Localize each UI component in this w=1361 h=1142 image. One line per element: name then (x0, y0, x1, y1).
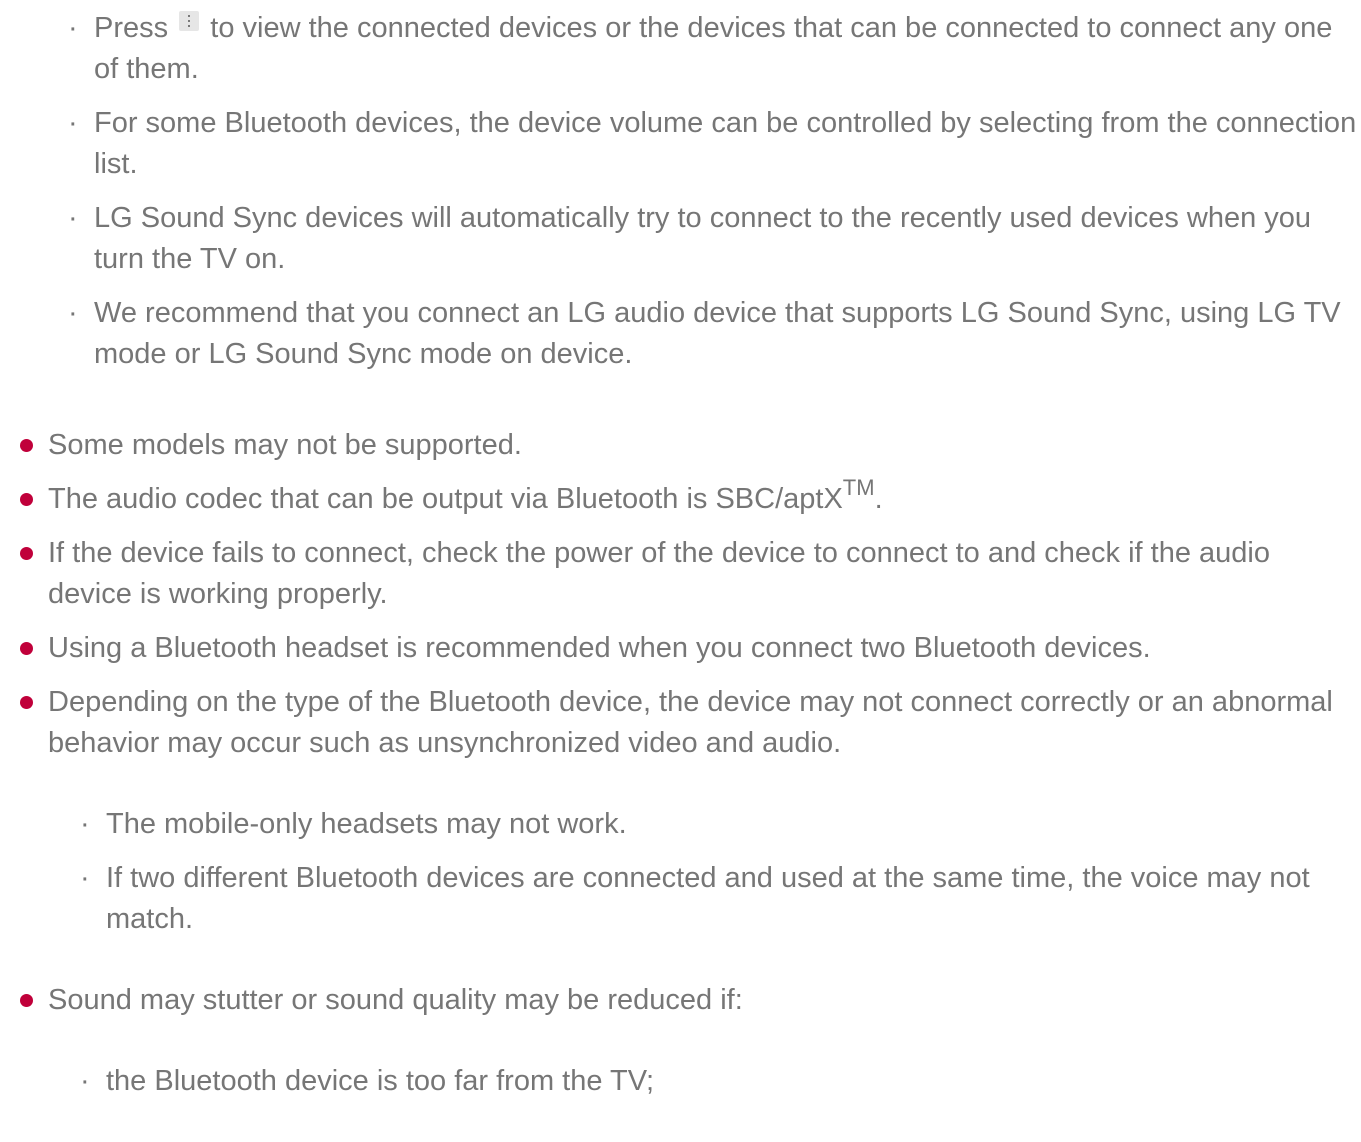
list-item: Depending on the type of the Bluetooth d… (18, 682, 1353, 940)
nested-sub-list: · The mobile-only headsets may not work.… (80, 804, 1353, 940)
list-item: Some models may not be supported. (18, 425, 1353, 466)
sub-bullet: · (68, 107, 78, 139)
list-item-suffix: . (874, 483, 883, 515)
bullet-dot (20, 696, 33, 709)
sub-bullet: · (80, 808, 90, 840)
bullet-dot (20, 439, 33, 452)
sub-item-text: For some Bluetooth devices, the device v… (94, 107, 1357, 180)
sub-list-item: · For some Bluetooth devices, the device… (68, 103, 1358, 185)
list-item: Sound may stutter or sound quality may b… (18, 980, 1353, 1102)
sub-item-text: to view the connected devices or the dev… (94, 12, 1333, 85)
sub-list-item: · The mobile-only headsets may not work. (80, 804, 1353, 845)
sub-list-item: · LG Sound Sync devices will automatical… (68, 198, 1358, 280)
list-item-text: Some models may not be supported. (48, 429, 522, 461)
list-item-text: If the device fails to connect, check th… (48, 537, 1270, 610)
top-sub-list: · Press to view the connected devices or… (68, 8, 1358, 388)
list-item: Using a Bluetooth headset is recommended… (18, 628, 1353, 669)
sub-list-item: · Press to view the connected devices or… (68, 8, 1358, 90)
sub-list-item: · If two different Bluetooth devices are… (80, 858, 1353, 940)
list-item-text: Using a Bluetooth headset is recommended… (48, 632, 1151, 664)
list-item-text: The audio codec that can be output via B… (48, 483, 843, 515)
more-options-icon (179, 11, 200, 31)
sub-item-text: Press (94, 12, 169, 44)
sub-bullet: · (68, 202, 78, 234)
bullet-dot (20, 547, 33, 560)
list-item: The audio codec that can be output via B… (18, 477, 1353, 520)
sub-bullet: · (68, 297, 78, 329)
main-bullet-list: Some models may not be supported. The au… (18, 425, 1353, 1142)
sub-list-item: · the Bluetooth device is too far from t… (80, 1061, 1353, 1102)
list-item: If the device fails to connect, check th… (18, 533, 1353, 615)
sub-item-text: the Bluetooth device is too far from the… (106, 1065, 655, 1097)
bullet-dot (20, 493, 33, 506)
sub-item-text: LG Sound Sync devices will automatically… (94, 202, 1312, 275)
sub-bullet: · (68, 12, 78, 44)
sub-bullet: · (80, 1065, 90, 1097)
list-item-text: Sound may stutter or sound quality may b… (48, 984, 743, 1016)
bullet-dot (20, 994, 33, 1007)
trademark-superscript: TM (842, 475, 875, 501)
sub-item-text: The mobile-only headsets may not work. (106, 808, 627, 840)
sub-item-text: We recommend that you connect an LG audi… (94, 297, 1341, 370)
list-item-text: Depending on the type of the Bluetooth d… (48, 686, 1333, 759)
sub-bullet: · (80, 862, 90, 894)
document-page: · Press to view the connected devices or… (0, 0, 1361, 1117)
sub-item-text: If two different Bluetooth devices are c… (106, 862, 1310, 935)
nested-sub-list: · the Bluetooth device is too far from t… (80, 1061, 1353, 1102)
sub-list-item: · We recommend that you connect an LG au… (68, 293, 1358, 375)
bullet-dot (20, 642, 33, 655)
